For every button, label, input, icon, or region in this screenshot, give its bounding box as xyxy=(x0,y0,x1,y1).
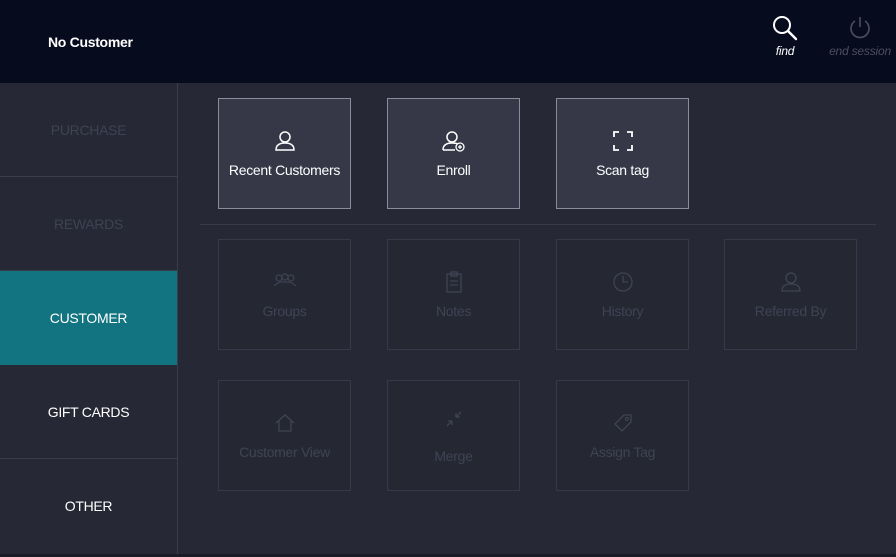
clipboard-icon xyxy=(445,270,462,293)
section-divider xyxy=(200,224,876,225)
user-add-icon xyxy=(441,130,465,152)
find-button[interactable]: find xyxy=(760,14,810,58)
recent-customers-label: Recent Customers xyxy=(228,161,341,178)
assign-tag-button[interactable]: Assign Tag xyxy=(556,380,689,491)
sidebar-item-gift-cards[interactable]: GIFT CARDS xyxy=(0,365,177,459)
user-icon xyxy=(274,130,295,151)
referred-by-label: Referred By xyxy=(754,302,827,319)
referred-by-button[interactable]: Referred By xyxy=(724,239,857,350)
history-button[interactable]: History xyxy=(556,239,689,350)
merge-label: Merge xyxy=(434,447,473,464)
user-icon xyxy=(780,271,801,292)
sidebar-item-customer[interactable]: CUSTOMER xyxy=(0,271,177,365)
search-icon xyxy=(773,16,798,41)
recent-customers-button[interactable]: Recent Customers xyxy=(218,98,351,209)
groups-label: Groups xyxy=(262,302,307,319)
merge-icon xyxy=(446,411,461,426)
scan-tag-label: Scan tag xyxy=(596,161,649,178)
merge-button[interactable]: Merge xyxy=(387,380,520,491)
enroll-button[interactable]: Enroll xyxy=(387,98,520,209)
history-label: History xyxy=(601,302,644,319)
tag-icon xyxy=(613,413,632,432)
sidebar-item-other[interactable]: OTHER xyxy=(0,459,177,552)
group-icon xyxy=(273,272,296,286)
clock-icon xyxy=(612,271,633,292)
customer-name: No Customer xyxy=(48,34,133,50)
find-label: find xyxy=(775,44,795,58)
customer-view-button[interactable]: Customer View xyxy=(218,380,351,491)
assign-tag-label: Assign Tag xyxy=(589,443,656,460)
enroll-label: Enroll xyxy=(436,161,471,178)
top-bar: No Customer find end session xyxy=(0,0,896,83)
sidebar-item-rewards[interactable]: REWARDS xyxy=(0,177,177,271)
notes-button[interactable]: Notes xyxy=(387,239,520,350)
scan-icon xyxy=(612,130,633,151)
notes-label: Notes xyxy=(435,302,472,319)
power-icon xyxy=(850,17,870,39)
scan-tag-button[interactable]: Scan tag xyxy=(556,98,689,209)
sidebar-item-purchase[interactable]: PURCHASE xyxy=(0,83,177,177)
sidebar: PURCHASE REWARDS CUSTOMER GIFT CARDS OTH… xyxy=(0,83,178,555)
groups-button[interactable]: Groups xyxy=(218,239,351,350)
home-icon xyxy=(275,413,294,432)
customer-view-label: Customer View xyxy=(239,443,330,460)
end-session-label: end session xyxy=(829,44,891,58)
end-session-button[interactable]: end session xyxy=(826,14,894,58)
